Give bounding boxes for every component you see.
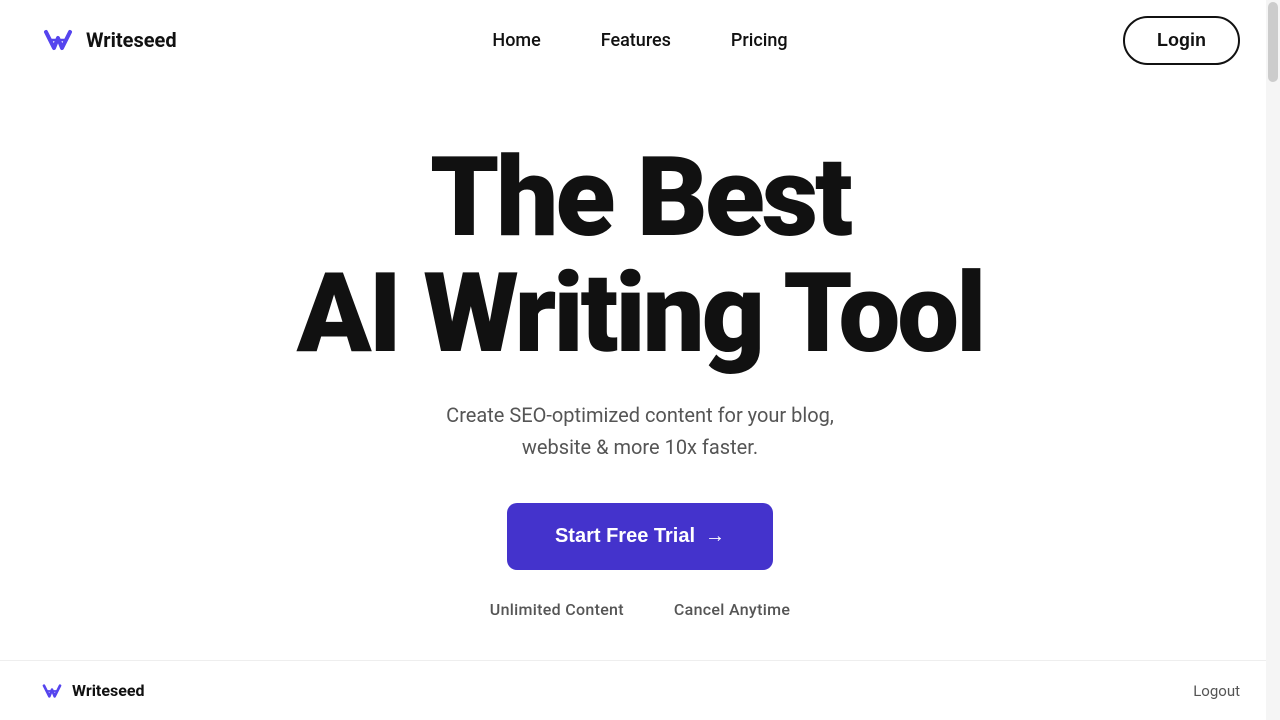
badge-unlimited-content: Unlimited Content	[490, 600, 624, 619]
nav-link-features[interactable]: Features	[601, 30, 671, 51]
footer: Writeseed Logout	[0, 660, 1280, 720]
scrollbar-thumb[interactable]	[1268, 2, 1278, 82]
hero-title-line2: AI Writing Tool	[297, 249, 984, 378]
nav-link-home[interactable]: Home	[492, 30, 540, 51]
footer-writeseed-logo-icon	[40, 679, 64, 703]
start-free-trial-button[interactable]: Start Free Trial →	[507, 503, 773, 570]
scrollbar-track[interactable]	[1266, 0, 1280, 720]
logo-area[interactable]: Writeseed	[40, 22, 177, 58]
footer-logo-text: Writeseed	[72, 681, 145, 700]
login-button[interactable]: Login	[1123, 16, 1240, 65]
writeseed-logo-icon	[40, 22, 76, 58]
cta-label: Start Free Trial	[555, 525, 695, 548]
hero-subtitle-line2: website & more 10x faster.	[522, 435, 758, 459]
nav-links: Home Features Pricing	[492, 30, 787, 51]
hero-title-line1: The Best	[430, 133, 850, 262]
feature-badges: Unlimited Content Cancel Anytime	[490, 600, 790, 619]
nav-link-pricing[interactable]: Pricing	[731, 30, 788, 51]
footer-logo-area[interactable]: Writeseed	[40, 679, 145, 703]
hero-subtitle: Create SEO-optimized content for your bl…	[446, 399, 834, 463]
hero-subtitle-line1: Create SEO-optimized content for your bl…	[446, 403, 834, 427]
logout-button[interactable]: Logout	[1193, 682, 1240, 700]
badge-cancel-anytime: Cancel Anytime	[674, 600, 790, 619]
logo-text: Writeseed	[86, 28, 177, 52]
cta-arrow-icon: →	[705, 525, 725, 548]
navbar: Writeseed Home Features Pricing Login	[0, 0, 1280, 80]
hero-section: The Best AI Writing Tool Create SEO-opti…	[0, 80, 1280, 619]
hero-title: The Best AI Writing Tool	[297, 140, 984, 371]
